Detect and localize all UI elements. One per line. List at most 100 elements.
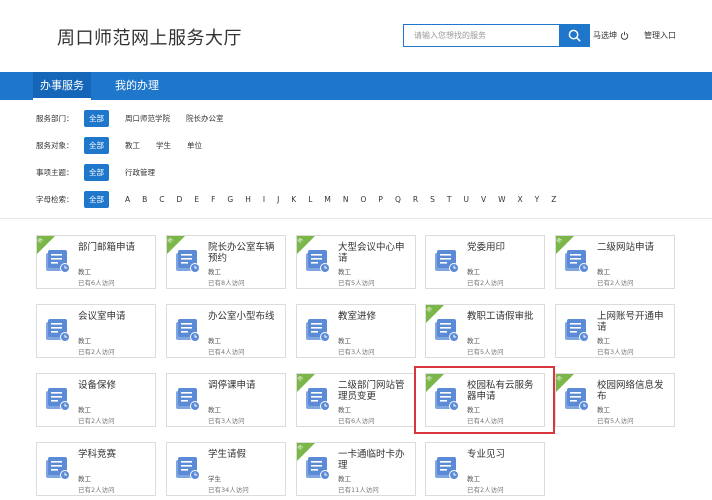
letter-f[interactable]: F — [211, 195, 215, 204]
form-clock-icon — [305, 248, 331, 274]
card-visit-count: 已有8人访问 — [208, 279, 245, 287]
letter-l[interactable]: L — [308, 195, 312, 204]
filter-all-chip[interactable]: 全部 — [84, 109, 109, 127]
form-clock-icon — [434, 455, 460, 481]
card-title: 二级部门网站管理员变更 — [338, 380, 405, 402]
filter-all-chip[interactable]: 全部 — [84, 190, 109, 208]
letter-r[interactable]: R — [413, 195, 418, 204]
form-clock-icon — [175, 386, 201, 412]
filter-option[interactable]: 单位 — [187, 140, 202, 151]
service-card[interactable]: 热教职工请假审批 教工 已有5人访问 — [425, 304, 545, 358]
letter-b[interactable]: B — [142, 195, 147, 204]
service-card[interactable]: 专业见习 教工 已有2人访问 — [425, 442, 545, 496]
card-title: 学科竞赛 — [78, 449, 117, 460]
card-audience: 教工 — [597, 406, 610, 414]
card-audience: 教工 — [338, 337, 351, 345]
filter-option[interactable]: 学生 — [156, 140, 171, 151]
card-title: 二级网站申请 — [597, 242, 655, 253]
form-clock-icon — [45, 386, 71, 412]
divider — [0, 218, 712, 219]
service-card[interactable]: 设备保修 教工 已有2人访问 — [36, 373, 156, 427]
form-clock-icon — [175, 248, 201, 274]
letter-d[interactable]: D — [177, 195, 183, 204]
card-title: 学生请假 — [208, 449, 247, 460]
search-icon — [568, 29, 581, 42]
service-card[interactable]: 办公室小型布线 教工 已有4人访问 — [166, 304, 286, 358]
service-card[interactable]: 调停课申请教工已有3人访问 — [166, 373, 286, 427]
service-card[interactable]: 学生请假 学生 已有34人访问 — [166, 442, 286, 496]
card-audience: 教工 — [208, 337, 221, 345]
letter-o[interactable]: O — [361, 195, 367, 204]
form-clock-icon — [305, 386, 331, 412]
letter-t[interactable]: T — [447, 195, 452, 204]
letter-n[interactable]: N — [343, 195, 349, 204]
filter-department: 服务部门： 全部 周口师范学院 院长办公室 — [36, 109, 240, 127]
card-title: 会议室申请 — [78, 311, 126, 322]
service-card[interactable]: 教室进修 教工 已有3人访问 — [296, 304, 416, 358]
service-card[interactable]: 热二级网站申请 教工 已有2人访问 — [555, 235, 675, 289]
card-visit-count: 已有3人访问 — [338, 348, 375, 356]
tab-services[interactable]: 办事服务 — [33, 72, 91, 100]
filter-option[interactable]: 院长办公室 — [186, 113, 224, 124]
card-title: 办公室小型布线 — [208, 311, 275, 322]
card-title: 设备保修 — [78, 380, 117, 391]
admin-entry-link[interactable]: 管理入口 — [644, 30, 676, 41]
form-clock-icon — [175, 455, 201, 481]
service-card[interactable]: 热二级部门网站管理员变更 教工 已有6人访问 — [296, 373, 416, 427]
service-card[interactable]: 热校园网络信息发布 教工 已有5人访问 — [555, 373, 675, 427]
filter-all-chip[interactable]: 全部 — [84, 136, 109, 154]
filter-option[interactable]: 行政管理 — [125, 167, 155, 178]
letter-z[interactable]: Z — [551, 195, 556, 204]
service-card[interactable]: 热院长办公室车辆预约 教工 已有8人访问 — [166, 235, 286, 289]
tab-my-handling[interactable]: 我的办理 — [108, 72, 166, 100]
card-audience: 教工 — [78, 475, 91, 483]
letter-p[interactable]: P — [378, 195, 383, 204]
letter-q[interactable]: Q — [395, 195, 401, 204]
service-card[interactable]: 热部门邮箱申请 教工 已有6人访问 — [36, 235, 156, 289]
letter-g[interactable]: G — [227, 195, 233, 204]
letter-h[interactable]: H — [245, 195, 251, 204]
card-visit-count: 已有11人访问 — [338, 486, 379, 494]
card-audience: 教工 — [467, 337, 480, 345]
letter-w[interactable]: W — [498, 195, 505, 204]
card-title: 党委用印 — [467, 242, 506, 253]
card-audience: 教工 — [78, 406, 91, 414]
filter-option[interactable]: 教工 — [125, 140, 140, 151]
card-visit-count: 已有3人访问 — [597, 348, 634, 356]
letter-i[interactable]: I — [263, 195, 265, 204]
service-card[interactable]: 会议室申请 教工 已有2人访问 — [36, 304, 156, 358]
filter-label: 服务对象： — [36, 140, 74, 150]
letter-a[interactable]: A — [125, 195, 130, 204]
service-card[interactable]: 学科竞赛 教工 已有2人访问 — [36, 442, 156, 496]
card-audience: 教工 — [597, 268, 610, 276]
filter-all-chip[interactable]: 全部 — [84, 163, 109, 181]
user-logout-link[interactable]: 马选坤 — [593, 30, 629, 41]
card-visit-count: 已有5人访问 — [597, 417, 634, 425]
card-visit-count: 已有6人访问 — [78, 279, 115, 287]
card-title: 调停课申请 — [208, 380, 256, 391]
letter-k[interactable]: K — [291, 195, 296, 204]
service-card[interactable]: 党委用印 教工 已有2人访问 — [425, 235, 545, 289]
letter-v[interactable]: V — [481, 195, 486, 204]
form-clock-icon — [45, 248, 71, 274]
card-visit-count: 已有5人访问 — [467, 348, 504, 356]
card-visit-count: 已有3人访问 — [208, 417, 245, 425]
letter-y[interactable]: Y — [535, 195, 540, 204]
letter-m[interactable]: M — [324, 195, 330, 204]
filter-option[interactable]: 周口师范学院 — [125, 113, 170, 124]
card-audience: 教工 — [208, 406, 221, 414]
card-title: 大型会议中心申请 — [338, 242, 405, 264]
letter-c[interactable]: C — [159, 195, 164, 204]
search-button[interactable] — [559, 24, 590, 47]
service-card[interactable]: 热一卡通临时卡办理 教工 已有11人访问 — [296, 442, 416, 496]
user-name: 马选坤 — [593, 31, 617, 40]
letter-s[interactable]: S — [430, 195, 435, 204]
letter-e[interactable]: E — [194, 195, 199, 204]
letter-x[interactable]: X — [518, 195, 523, 204]
service-card[interactable]: 热大型会议中心申请 教工 已有5人访问 — [296, 235, 416, 289]
search-input[interactable] — [403, 24, 559, 47]
letter-j[interactable]: J — [277, 195, 279, 204]
card-title: 一卡通临时卡办理 — [338, 449, 405, 471]
service-card[interactable]: 上网账号开通申请 教工 已有3人访问 — [555, 304, 675, 358]
letter-u[interactable]: U — [463, 195, 469, 204]
